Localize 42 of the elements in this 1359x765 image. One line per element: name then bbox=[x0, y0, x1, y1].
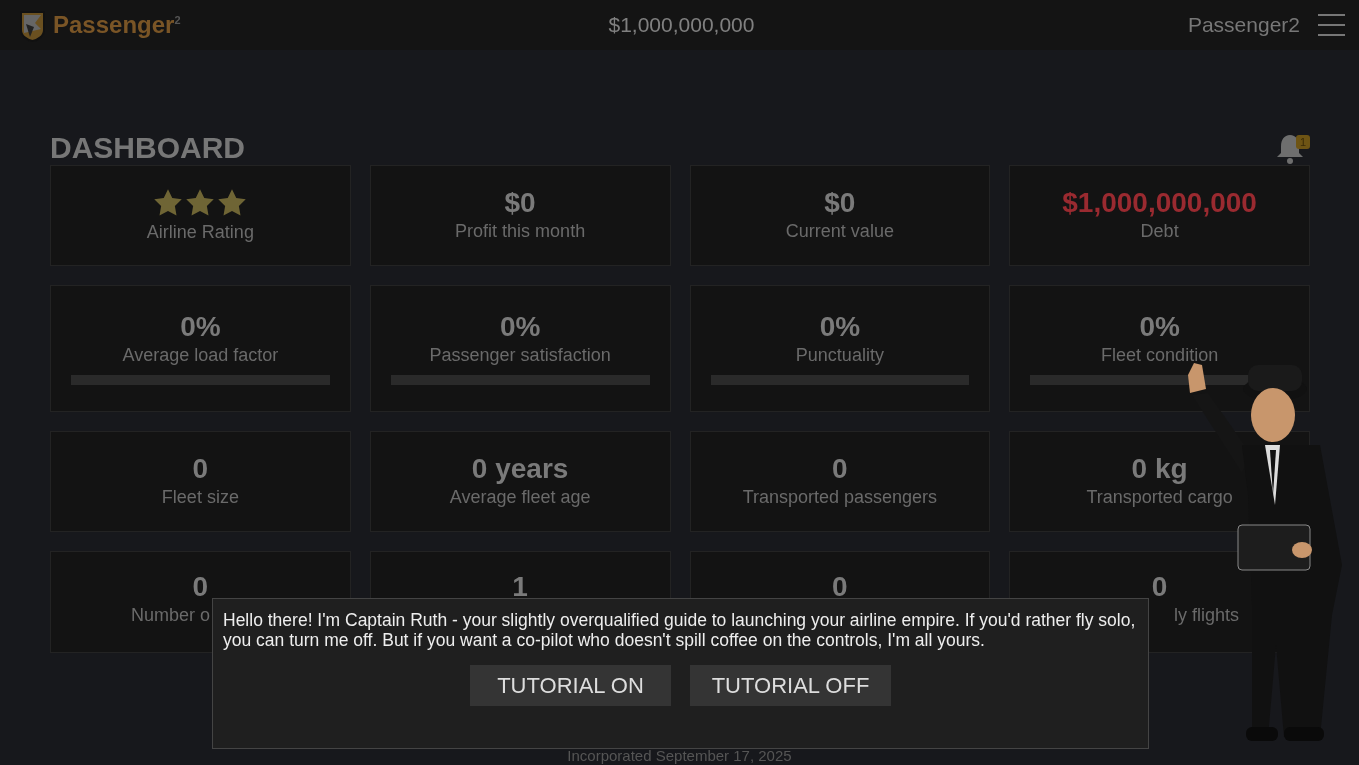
stat-value: 0% bbox=[819, 312, 861, 344]
stat-value: 0 kg bbox=[1131, 454, 1188, 486]
stat-value: $0 bbox=[504, 188, 536, 220]
stat-label: Profit this month bbox=[455, 221, 586, 243]
logo-text: Passenger$^{2}$ bbox=[53, 11, 181, 39]
stat-label: Current value bbox=[785, 221, 894, 243]
menu-icon[interactable] bbox=[1318, 13, 1345, 37]
stat-label: Airline Rating bbox=[146, 221, 254, 244]
stat-label: Average fleet age bbox=[449, 487, 591, 509]
stat-label: Fleet size bbox=[161, 487, 239, 509]
stat-value: $1,000,000,000 bbox=[1062, 188, 1257, 220]
stat-value: 0 bbox=[192, 572, 209, 603]
stat-label: Transported passengers bbox=[742, 487, 938, 509]
page-title: DASHBOARD bbox=[50, 131, 245, 165]
star-icon bbox=[153, 187, 184, 218]
stat-label: ly flights bbox=[1173, 604, 1240, 627]
stat-value: 0 bbox=[192, 454, 209, 486]
tutorial-button[interactable]: TUTORIAL ON bbox=[470, 665, 671, 706]
stat-value: 0 bbox=[1151, 572, 1168, 603]
tutorial-message: Hello there! I'm Captain Ruth - your slightly overqualified guide to launching your airline empire. If you'd rather fly solo, you can turn me off. But if you want a co-pilot who doesn't spill coffee on the controls, I'm all yours. bbox=[223, 610, 1137, 650]
stat-label: Passenger satisfaction bbox=[429, 345, 611, 367]
stat-value: $0 bbox=[824, 188, 856, 220]
stat-value: 1 bbox=[512, 572, 528, 603]
stat-value: 0 bbox=[832, 454, 848, 486]
username: Passenger2 bbox=[1187, 13, 1300, 37]
stat-value: 0% bbox=[180, 312, 221, 344]
tutorial-button[interactable]: TUTORIAL OFF bbox=[690, 665, 891, 706]
stat-label: Average load factor bbox=[122, 345, 279, 367]
stat-value: 0% bbox=[499, 312, 541, 344]
stat-label: Transported cargo bbox=[1086, 487, 1233, 509]
stat-label: Number o bbox=[130, 604, 211, 627]
incorporation-date: Incorporated September 17, 2025 bbox=[567, 747, 792, 764]
balance: $1,000,000,000 bbox=[607, 13, 756, 37]
stat-label: Debt bbox=[1140, 221, 1179, 243]
star-icon bbox=[217, 187, 248, 218]
stat-value: 0% bbox=[1139, 312, 1180, 344]
stat-label: Fleet condition bbox=[1101, 345, 1219, 367]
bell-icon[interactable] bbox=[1276, 133, 1304, 165]
star-icon bbox=[185, 187, 216, 218]
stat-value: 0 years bbox=[471, 454, 569, 486]
stat-value: 0 bbox=[832, 572, 848, 603]
stat-label: Punctuality bbox=[795, 345, 884, 367]
